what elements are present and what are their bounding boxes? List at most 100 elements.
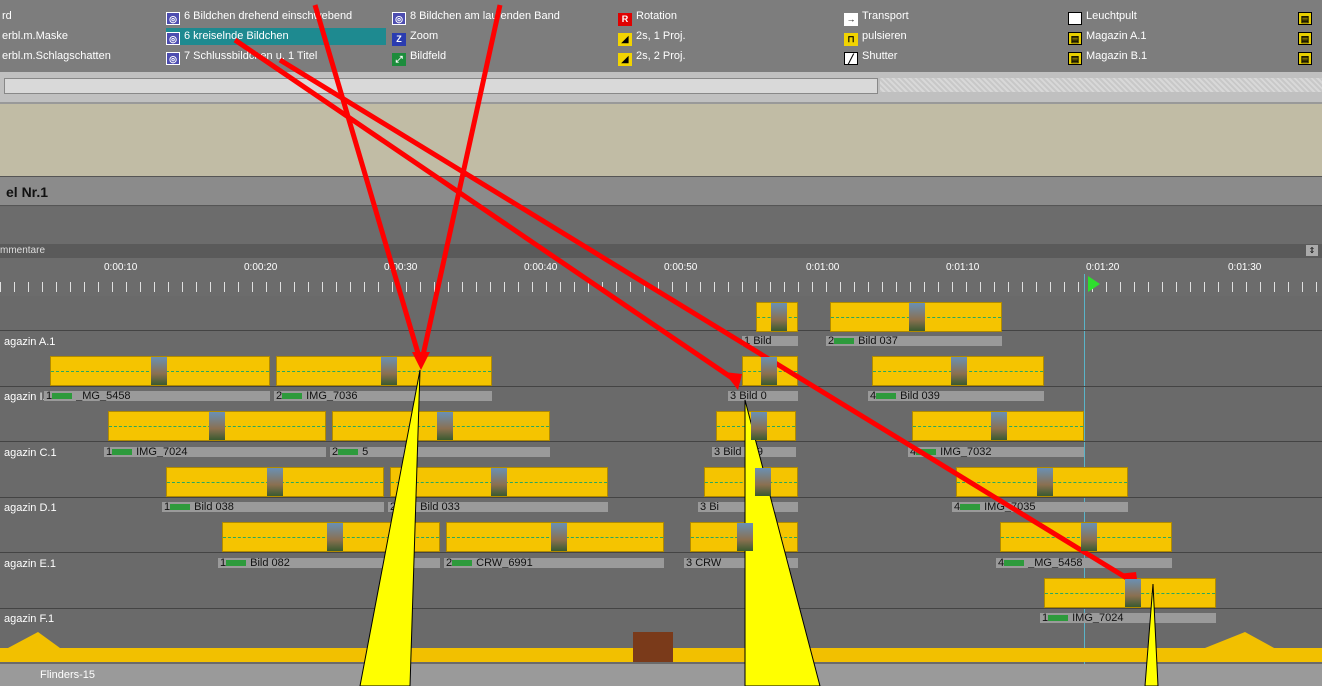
slide-clip[interactable]: [956, 467, 1128, 497]
slide-label[interactable]: 4 Bild 039: [868, 391, 1044, 401]
slide-clip[interactable]: [830, 302, 1002, 332]
slide-label[interactable]: 1 IMG_7024: [104, 447, 326, 457]
slide-label[interactable]: 1 Bild 038: [162, 502, 384, 512]
effect-item-13[interactable]: ⊓ pulsieren: [844, 28, 907, 46]
effect-item-9[interactable]: R Rotation: [618, 8, 677, 26]
slide-label[interactable]: 1 Bild: [742, 336, 798, 346]
slide-label[interactable]: 1 _MG_5458: [44, 391, 270, 401]
effect-item-5[interactable]: ◎ 7 Schlussbildchen u. 1 Titel: [166, 48, 317, 65]
effect-item-8[interactable]: ⤢ Bildfeld: [392, 48, 446, 66]
slide-thumbnail: [267, 468, 283, 496]
effect-item-3[interactable]: ◎ 6 Bildchen drehend einschwebend: [166, 8, 352, 25]
effect-item-16[interactable]: ▤ Magazin A.1: [1068, 28, 1147, 45]
effect-item-2[interactable]: erbl.m.Schlagschatten: [2, 48, 111, 65]
collapse-button[interactable]: ⇕: [1306, 245, 1318, 256]
slide-clip[interactable]: [332, 411, 550, 441]
slide-thumbnail: [771, 303, 787, 331]
magazine-icon[interactable]: ▤: [1298, 48, 1316, 65]
slide-label[interactable]: 4 IMG_7035: [952, 502, 1128, 512]
slide-label[interactable]: 2 Bild 037: [826, 336, 1002, 346]
effect-item-11[interactable]: ◢ 2s, 2 Proj.: [618, 48, 686, 66]
effect-item-1[interactable]: erbl.m.Maske: [2, 28, 68, 45]
lightbox-icon: ▦: [1068, 12, 1082, 25]
dual-image-icon: ◎: [392, 12, 406, 25]
slide-clip[interactable]: [1000, 522, 1172, 552]
fade-icon: ◢: [618, 33, 632, 46]
bildfeld-icon: ⤢: [392, 53, 406, 66]
slide-label[interactable]: 3 Bild 0: [728, 391, 798, 401]
slide-label[interactable]: 4 _MG_5458: [996, 558, 1172, 568]
effect-item-17[interactable]: ▤ Magazin B.1: [1068, 48, 1147, 65]
sound-track-label-bar[interactable]: Flinders-15: [0, 664, 1322, 686]
magazine-icon: ▤: [1068, 52, 1082, 65]
sound-track-label: Flinders-15: [40, 669, 96, 681]
slide-label[interactable]: 3 Bild 039: [712, 447, 796, 457]
fade-icon: ◢: [618, 53, 632, 66]
tick-label: 0:00:50: [664, 262, 698, 273]
slide-thumbnail: [151, 357, 167, 385]
palette-scrollbar[interactable]: [4, 78, 878, 94]
slide-clip[interactable]: [704, 467, 798, 497]
slide-thumbnail: [755, 468, 771, 496]
effect-item-14[interactable]: ╱ Shutter: [844, 48, 897, 65]
tick-label: 0:00:30: [384, 262, 418, 273]
slide-label[interactable]: 2 Bild 033: [388, 502, 608, 512]
effect-item-15[interactable]: ▦ Leuchtpult: [1068, 8, 1137, 25]
show-title: el Nr.1: [0, 176, 1322, 206]
playhead-icon[interactable]: [1088, 276, 1100, 292]
effect-item-4-selected[interactable]: ◎ 6 kreiselnde Bildchen: [166, 28, 386, 45]
slide-thumbnail: [737, 523, 753, 551]
track-divider: [0, 497, 1322, 498]
slide-label[interactable]: 3 Bi: [698, 502, 798, 512]
slide-thumbnail: [1081, 523, 1097, 551]
slide-clip[interactable]: [166, 467, 384, 497]
effect-item-10[interactable]: ◢ 2s, 1 Proj.: [618, 28, 686, 46]
effects-palette: rd erbl.m.Maske erbl.m.Schlagschatten ◎ 6…: [0, 0, 1322, 72]
slide-label[interactable]: 1 IMG_7024: [1040, 613, 1216, 623]
effect-item-7[interactable]: Z Zoom: [392, 28, 438, 46]
track-label-f1: agazin F.1: [4, 613, 55, 625]
track-label-a1: agazin A.1: [4, 336, 56, 348]
dual-image-icon: ◎: [166, 32, 180, 45]
timeline-ruler[interactable]: 0:00:10 0:00:20 0:00:30 0:00:40 0:00:50 …: [0, 258, 1322, 296]
track-label-e1: agazin E.1: [4, 558, 56, 570]
effect-item-0[interactable]: rd: [2, 8, 12, 25]
slide-label[interactable]: 2 IMG_7036: [274, 391, 492, 401]
tick-label: 0:01:00: [806, 262, 840, 273]
effect-item-6[interactable]: ◎ 8 Bildchen am laufenden Band: [392, 8, 560, 25]
slide-clip[interactable]: [276, 356, 492, 386]
slide-label[interactable]: 2 CRW_6991: [444, 558, 664, 568]
slide-clip[interactable]: [742, 356, 798, 386]
slide-clip[interactable]: [390, 467, 608, 497]
tick-label: 0:00:20: [244, 262, 278, 273]
slide-clip[interactable]: [446, 522, 664, 552]
sound-track[interactable]: [0, 648, 1322, 662]
slide-label[interactable]: 4 IMG_7032: [908, 447, 1084, 457]
tick-label: 0:01:20: [1086, 262, 1120, 273]
comment-track-header: mmentare ⇕: [0, 244, 1322, 258]
slide-label[interactable]: 1 Bild 082: [218, 558, 440, 568]
slide-clip[interactable]: [108, 411, 326, 441]
rotation-icon: R: [618, 13, 632, 26]
slide-clip[interactable]: [912, 411, 1084, 441]
slide-thumbnail: [327, 523, 343, 551]
slide-thumbnail: [437, 412, 453, 440]
slide-clip[interactable]: [872, 356, 1044, 386]
tick-label: 0:01:10: [946, 262, 980, 273]
slide-clip[interactable]: [756, 302, 798, 332]
palette-scroll-track[interactable]: [880, 78, 1322, 92]
slide-thumbnail: [551, 523, 567, 551]
slide-clip[interactable]: [50, 356, 270, 386]
slide-clip[interactable]: [1044, 578, 1216, 608]
effect-item-12[interactable]: → Transport: [844, 8, 909, 26]
comment-track-label: mmentare: [0, 245, 46, 256]
slide-clip[interactable]: [716, 411, 796, 441]
slide-clip[interactable]: [690, 522, 798, 552]
track-divider: [0, 386, 1322, 387]
slide-clip[interactable]: [222, 522, 440, 552]
slide-label[interactable]: 25: [330, 447, 550, 457]
slide-label[interactable]: 3 CRW: [684, 558, 798, 568]
magazine-icon[interactable]: ▤: [1298, 8, 1316, 25]
magazine-icon[interactable]: ▤: [1298, 28, 1316, 45]
magazine-icon: ▤: [1068, 32, 1082, 45]
